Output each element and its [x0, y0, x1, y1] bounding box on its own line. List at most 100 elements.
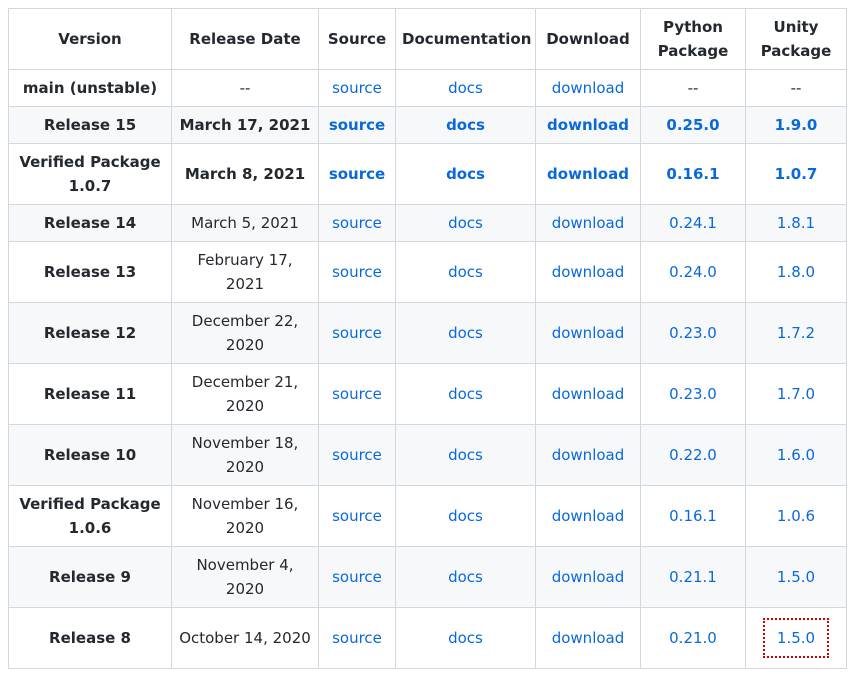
source-link[interactable]: source — [332, 385, 382, 403]
unity-package-link[interactable]: 1.0.7 — [775, 165, 818, 183]
source-cell: source — [318, 485, 396, 547]
download-cell: download — [535, 424, 641, 486]
col-header-download: Download — [535, 8, 641, 70]
download-link[interactable]: download — [552, 446, 625, 464]
source-cell: source — [318, 69, 396, 107]
col-header-documentation: Documentation — [395, 8, 536, 70]
version-cell: main (unstable) — [8, 69, 172, 107]
download-cell: download — [535, 241, 641, 303]
download-link[interactable]: download — [552, 263, 625, 281]
unity-package-cell: -- — [745, 69, 847, 107]
python-package-link[interactable]: 0.16.1 — [666, 165, 719, 183]
docs-link[interactable]: docs — [448, 446, 483, 464]
python-package-cell: 0.16.1 — [640, 143, 746, 205]
version-cell: Release 10 — [8, 424, 172, 486]
unity-package-link[interactable]: 1.5.0 — [777, 629, 815, 647]
python-package-link[interactable]: 0.21.1 — [669, 568, 717, 586]
source-cell: source — [318, 302, 396, 364]
unity-package-link[interactable]: 1.0.6 — [777, 507, 815, 525]
release-date-cell: March 17, 2021 — [171, 106, 319, 144]
download-link[interactable]: download — [547, 116, 629, 134]
download-link[interactable]: download — [552, 79, 625, 97]
unity-package-link[interactable]: 1.7.2 — [777, 324, 815, 342]
download-cell: download — [535, 106, 641, 144]
docs-link[interactable]: docs — [448, 263, 483, 281]
unity-package-link[interactable]: 1.7.0 — [777, 385, 815, 403]
table-header-row: Version Release Date Source Documentatio… — [8, 8, 847, 70]
unity-package-link[interactable]: 1.5.0 — [777, 568, 815, 586]
release-date-cell: November 18, 2020 — [171, 424, 319, 486]
download-cell: download — [535, 485, 641, 547]
source-cell: source — [318, 546, 396, 608]
python-package-cell: -- — [640, 69, 746, 107]
python-package-cell: 0.22.0 — [640, 424, 746, 486]
table-row: Release 12 December 22, 2020 source docs… — [8, 302, 847, 364]
release-date-cell: October 14, 2020 — [171, 607, 319, 669]
download-cell: download — [535, 204, 641, 242]
python-package-link[interactable]: 0.24.1 — [669, 214, 717, 232]
download-link[interactable]: download — [552, 507, 625, 525]
python-package-link[interactable]: 0.24.0 — [669, 263, 717, 281]
release-date-cell: December 21, 2020 — [171, 363, 319, 425]
table-row: Verified Package 1.0.6 November 16, 2020… — [8, 485, 847, 547]
source-cell: source — [318, 607, 396, 669]
source-link[interactable]: source — [332, 629, 382, 647]
col-header-release-date: Release Date — [171, 8, 319, 70]
docs-link[interactable]: docs — [448, 568, 483, 586]
docs-link[interactable]: docs — [446, 165, 485, 183]
release-date-cell: March 8, 2021 — [171, 143, 319, 205]
source-link[interactable]: source — [332, 79, 382, 97]
download-link[interactable]: download — [552, 385, 625, 403]
source-link[interactable]: source — [329, 116, 385, 134]
version-cell: Verified Package 1.0.7 — [8, 143, 172, 205]
unity-package-link[interactable]: 1.8.0 — [777, 263, 815, 281]
docs-link[interactable]: docs — [448, 629, 483, 647]
docs-link[interactable]: docs — [448, 507, 483, 525]
docs-cell: docs — [395, 363, 536, 425]
download-link[interactable]: download — [552, 324, 625, 342]
source-link[interactable]: source — [329, 165, 385, 183]
docs-link[interactable]: docs — [448, 385, 483, 403]
download-link[interactable]: download — [552, 629, 625, 647]
unity-package-cell: 1.5.0 — [745, 546, 847, 608]
docs-link[interactable]: docs — [448, 324, 483, 342]
download-link[interactable]: download — [552, 568, 625, 586]
col-header-source: Source — [318, 8, 396, 70]
version-cell: Verified Package 1.0.6 — [8, 485, 172, 547]
docs-link[interactable]: docs — [446, 116, 485, 134]
version-cell: Release 14 — [8, 204, 172, 242]
unity-package-link[interactable]: 1.6.0 — [777, 446, 815, 464]
download-link[interactable]: download — [547, 165, 629, 183]
python-package-link[interactable]: 0.22.0 — [669, 446, 717, 464]
release-date-cell: November 16, 2020 — [171, 485, 319, 547]
source-link[interactable]: source — [332, 446, 382, 464]
table-row: main (unstable) -- source docs download … — [8, 69, 847, 107]
python-package-link[interactable]: 0.23.0 — [669, 385, 717, 403]
source-link[interactable]: source — [332, 507, 382, 525]
python-package-link[interactable]: 0.21.0 — [669, 629, 717, 647]
python-package-link[interactable]: 0.23.0 — [669, 324, 717, 342]
release-date-cell: December 22, 2020 — [171, 302, 319, 364]
unity-package-cell: 1.5.0 — [745, 607, 847, 669]
download-cell: download — [535, 143, 641, 205]
docs-cell: docs — [395, 546, 536, 608]
source-link[interactable]: source — [332, 324, 382, 342]
unity-package-cell: 1.8.1 — [745, 204, 847, 242]
download-link[interactable]: download — [552, 214, 625, 232]
python-package-cell: 0.21.1 — [640, 546, 746, 608]
source-link[interactable]: source — [332, 214, 382, 232]
source-cell: source — [318, 204, 396, 242]
unity-package-cell: 1.0.7 — [745, 143, 847, 205]
python-package-cell: 0.23.0 — [640, 363, 746, 425]
col-header-python-package: Python Package — [640, 8, 746, 70]
source-link[interactable]: source — [332, 263, 382, 281]
python-package-link[interactable]: 0.16.1 — [669, 507, 717, 525]
source-cell: source — [318, 424, 396, 486]
unity-package-link[interactable]: 1.8.1 — [777, 214, 815, 232]
table-row: Release 13 February 17, 2021 source docs… — [8, 241, 847, 303]
unity-package-link[interactable]: 1.9.0 — [775, 116, 818, 134]
source-link[interactable]: source — [332, 568, 382, 586]
docs-link[interactable]: docs — [448, 79, 483, 97]
python-package-link[interactable]: 0.25.0 — [666, 116, 719, 134]
docs-link[interactable]: docs — [448, 214, 483, 232]
